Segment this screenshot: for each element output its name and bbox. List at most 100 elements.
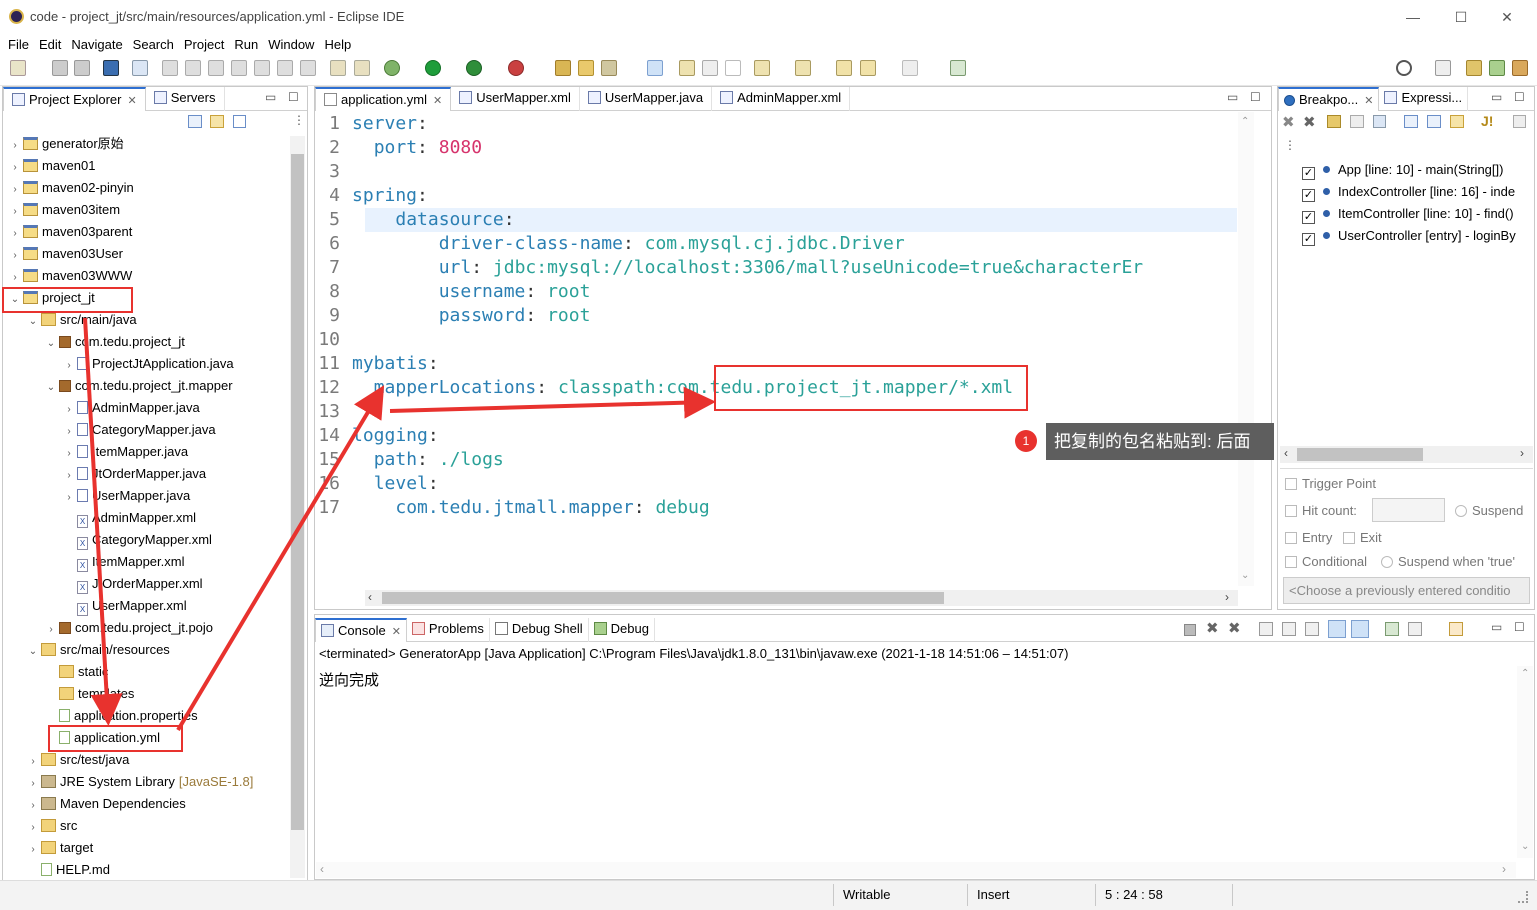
status-separator xyxy=(833,884,834,906)
clear-console-icon[interactable] xyxy=(1259,622,1273,636)
console-process-label: <terminated> GeneratorApp [Java Applicat… xyxy=(319,646,1069,661)
arrow-to-package xyxy=(389,386,716,419)
breakpoint-icon xyxy=(1323,210,1330,217)
show-when-error-icon[interactable] xyxy=(1351,620,1369,638)
entry-option[interactable]: Entry xyxy=(1285,530,1332,545)
scroll-lock-icon[interactable] xyxy=(1282,622,1296,636)
expressions-icon xyxy=(1384,91,1398,104)
status-bar: Writable Insert 5 : 24 : 58 xyxy=(0,880,1537,910)
conditional-label: Conditional xyxy=(1302,554,1368,569)
status-insert-mode: Insert xyxy=(977,887,1010,902)
conditional-option[interactable]: Conditional xyxy=(1285,554,1367,569)
condition-history-combo[interactable]: <Choose a previously entered conditio xyxy=(1283,577,1530,604)
scroll-left-arrow[interactable]: ‹ xyxy=(1284,446,1288,460)
exit-option[interactable]: Exit xyxy=(1343,530,1382,545)
show-when-output-icon[interactable] xyxy=(1328,620,1346,638)
expand-all-icon[interactable] xyxy=(1404,115,1418,128)
tab-label: Console xyxy=(338,623,386,638)
hit-count-label: Hit count: xyxy=(1302,503,1357,518)
trigger-point-checkbox[interactable] xyxy=(1285,478,1297,490)
breakpoint-checkbox[interactable]: ✓ xyxy=(1302,167,1315,180)
trigger-point-option[interactable]: Trigger Point xyxy=(1285,476,1376,491)
tab-expressions[interactable]: Expressi... xyxy=(1379,87,1469,111)
breakpoint-label: UserController [entry] - loginBy xyxy=(1338,228,1516,243)
view-menu-icon[interactable]: ⋮ xyxy=(1284,138,1296,152)
arrow-project-to-file xyxy=(83,317,123,726)
close-icon[interactable]: ✕ xyxy=(392,626,401,638)
terminate-console-icon[interactable] xyxy=(1184,624,1196,636)
breakpoint-icon xyxy=(1323,188,1330,195)
remove-all-breakpoints-icon[interactable]: ✖ xyxy=(1303,113,1316,131)
scroll-right-arrow[interactable]: › xyxy=(1520,446,1524,460)
debug-shell-icon xyxy=(494,622,508,635)
suspend-when-true-radio[interactable] xyxy=(1381,556,1393,568)
go-to-file-icon[interactable] xyxy=(1350,115,1364,128)
hit-count-option[interactable]: Hit count: xyxy=(1285,503,1357,518)
status-separator xyxy=(1095,884,1096,906)
close-icon[interactable]: ✕ xyxy=(1364,95,1373,107)
console-horizontal-scrollbar[interactable]: ‹ › xyxy=(316,862,1516,878)
exit-checkbox[interactable] xyxy=(1343,532,1355,544)
tab-problems[interactable]: Problems xyxy=(407,618,490,642)
remove-all-launches-icon[interactable]: ✖ xyxy=(1228,619,1241,637)
breakpoint-checkbox[interactable]: ✓ xyxy=(1302,189,1315,202)
minimize-view-icon[interactable]: ▭ xyxy=(1491,620,1502,634)
suspend-radio[interactable] xyxy=(1455,505,1467,517)
status-separator xyxy=(967,884,968,906)
link-with-debug-icon[interactable] xyxy=(1450,115,1464,128)
hit-count-checkbox[interactable] xyxy=(1285,505,1297,517)
conditional-checkbox[interactable] xyxy=(1285,556,1297,568)
status-separator xyxy=(1232,884,1233,906)
java-exception-icon[interactable]: J! xyxy=(1481,113,1493,129)
status-cursor-position: 5 : 24 : 58 xyxy=(1105,887,1163,902)
scroll-down-arrow[interactable]: ⌄ xyxy=(1521,841,1529,852)
show-breakpoints-icon[interactable] xyxy=(1327,115,1341,128)
scroll-right-arrow[interactable]: › xyxy=(1502,862,1506,876)
breakpoint-icon xyxy=(1323,166,1330,173)
breakpoint-item[interactable]: ✓ UserController [entry] - loginBy xyxy=(1302,225,1516,247)
suspend-label: Suspend xyxy=(1472,503,1524,518)
status-writable: Writable xyxy=(843,887,891,902)
remove-breakpoint-icon[interactable]: ✖ xyxy=(1282,113,1295,131)
tab-console[interactable]: Console ✕ xyxy=(315,618,407,642)
breakpoints-hscrollbar[interactable]: ‹ › xyxy=(1280,446,1533,463)
display-console-icon[interactable] xyxy=(1408,622,1422,636)
maximize-view-icon[interactable]: ☐ xyxy=(1514,90,1525,104)
scroll-left-arrow[interactable]: ‹ xyxy=(320,862,324,876)
console-output[interactable]: 逆向完成 xyxy=(319,669,379,690)
pin-console-icon[interactable] xyxy=(1385,622,1399,636)
breakpoint-item[interactable]: ✓ IndexController [line: 16] - inde xyxy=(1302,181,1515,203)
skip-all-breakpoints-icon[interactable] xyxy=(1373,115,1386,128)
tab-label: Problems xyxy=(428,621,484,636)
resize-grip-icon xyxy=(1518,891,1528,903)
callout-tooltip: 把复制的包名粘贴到: 后面 xyxy=(1046,423,1274,460)
word-wrap-icon[interactable] xyxy=(1305,622,1319,636)
tab-debug[interactable]: Debug xyxy=(589,618,655,642)
trigger-point-label: Trigger Point xyxy=(1302,476,1376,491)
open-console-icon[interactable] xyxy=(1449,622,1463,636)
breakpoint-icon xyxy=(1323,232,1330,239)
collapse-all-icon[interactable] xyxy=(1427,115,1441,128)
suspend-when-true-label: Suspend when 'true' xyxy=(1398,554,1515,569)
breakpoint-item[interactable]: ✓ ItemController [line: 10] - find() xyxy=(1302,203,1514,225)
entry-label: Entry xyxy=(1302,530,1333,545)
breakpoint-checkbox[interactable]: ✓ xyxy=(1302,211,1315,224)
suspend-when-true-option[interactable]: Suspend when 'true' xyxy=(1381,554,1515,569)
tab-debug-shell[interactable]: Debug Shell xyxy=(490,618,589,642)
callout-badge: 1 xyxy=(1015,430,1037,452)
minimize-view-icon[interactable]: ▭ xyxy=(1491,90,1502,104)
breakpoint-checkbox[interactable]: ✓ xyxy=(1302,233,1315,246)
breakpoints-hscrollbar-thumb[interactable] xyxy=(1297,448,1423,461)
hit-count-input[interactable] xyxy=(1372,498,1445,522)
breakpoint-item[interactable]: ✓ App [line: 10] - main(String[]) xyxy=(1302,159,1503,181)
maximize-view-icon[interactable]: ☐ xyxy=(1514,620,1525,634)
breakpoint-label: ItemController [line: 10] - find() xyxy=(1338,206,1514,221)
console-vertical-scrollbar[interactable]: ⌃ ⌄ xyxy=(1517,666,1533,858)
suspend-option[interactable]: Suspend xyxy=(1455,503,1523,518)
remove-launch-icon[interactable]: ✖ xyxy=(1206,619,1219,637)
view-menu-icon[interactable] xyxy=(1513,115,1526,128)
tab-breakpoints[interactable]: Breakpo... ✕ xyxy=(1278,87,1380,111)
scroll-up-arrow[interactable]: ⌃ xyxy=(1521,668,1529,679)
tab-label: Debug xyxy=(610,621,649,636)
entry-checkbox[interactable] xyxy=(1285,532,1297,544)
